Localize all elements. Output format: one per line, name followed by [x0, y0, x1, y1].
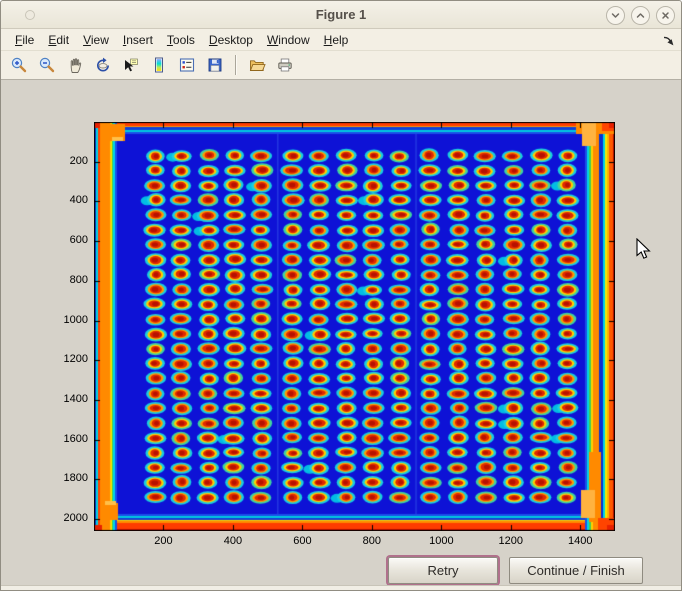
zoom-out-icon	[38, 56, 56, 74]
maximize-icon	[635, 10, 646, 21]
y-tick-label: 600	[50, 234, 88, 246]
minimize-icon	[610, 10, 621, 21]
minimize-button[interactable]	[606, 6, 625, 25]
legend-button[interactable]	[176, 54, 198, 76]
x-tick-label: 200	[154, 535, 172, 547]
colorbar-icon	[150, 56, 168, 74]
x-tick-label: 600	[293, 535, 311, 547]
open-button[interactable]	[246, 54, 268, 76]
menubar: File Edit View Insert Tools Desktop Window Help	[1, 29, 681, 51]
x-tick-label: 400	[224, 535, 242, 547]
retry-button[interactable]: Retry	[388, 557, 498, 584]
legend-icon	[178, 56, 196, 74]
plot-axes	[94, 122, 615, 531]
y-tick-label: 800	[50, 274, 88, 286]
menu-item-file[interactable]: File	[15, 29, 34, 51]
toolbar	[1, 51, 681, 80]
heatmap-image	[94, 122, 615, 531]
menu-item-view[interactable]: View	[83, 29, 109, 51]
titlebar[interactable]: Figure 1	[1, 1, 681, 29]
save-icon	[206, 56, 224, 74]
menu-item-tools[interactable]: Tools	[167, 29, 195, 51]
mouse-cursor	[636, 238, 652, 260]
menu-item-insert[interactable]: Insert	[123, 29, 153, 51]
x-tick-label: 1000	[429, 535, 453, 547]
y-tick-label: 1000	[50, 314, 88, 326]
x-tick-label: 1400	[568, 535, 592, 547]
menu-item-desktop[interactable]: Desktop	[209, 29, 253, 51]
window-bottom-edge	[1, 585, 681, 591]
y-tick-label: 1800	[50, 472, 88, 484]
pan-icon	[66, 56, 84, 74]
data-cursor-icon	[122, 56, 140, 74]
open-icon	[248, 56, 266, 74]
figure-window: Figure 1 File Edit View Insert Tools Desktop W…	[0, 0, 682, 591]
zoom-in-icon	[10, 56, 28, 74]
menu-item-help[interactable]: Help	[324, 29, 349, 51]
toolbar-separator	[235, 55, 237, 75]
zoom-out-button[interactable]	[36, 54, 58, 76]
menubar-items: File Edit View Insert Tools Desktop Window Help	[1, 29, 681, 51]
window-title: Figure 1	[1, 1, 681, 29]
print-button[interactable]	[274, 54, 296, 76]
print-icon	[276, 56, 294, 74]
continue-finish-button[interactable]: Continue / Finish	[509, 557, 643, 584]
rotate-3d-button[interactable]	[92, 54, 114, 76]
window-controls	[606, 6, 675, 25]
data-cursor-button[interactable]	[120, 54, 142, 76]
close-icon	[660, 10, 671, 21]
pan-button[interactable]	[64, 54, 86, 76]
rotate-3d-icon	[94, 56, 112, 74]
y-tick-label: 1400	[50, 393, 88, 405]
dock-figure-arrow-icon[interactable]	[662, 34, 675, 47]
y-tick-label: 1600	[50, 433, 88, 445]
menu-item-edit[interactable]: Edit	[48, 29, 69, 51]
x-tick-label: 800	[363, 535, 381, 547]
y-tick-label: 1200	[50, 353, 88, 365]
colorbar-button[interactable]	[148, 54, 170, 76]
menu-item-window[interactable]: Window	[267, 29, 310, 51]
zoom-in-button[interactable]	[8, 54, 30, 76]
y-tick-label: 200	[50, 155, 88, 167]
close-button[interactable]	[656, 6, 675, 25]
x-tick-label: 1200	[499, 535, 523, 547]
y-tick-label: 2000	[50, 512, 88, 524]
y-tick-label: 400	[50, 194, 88, 206]
save-button[interactable]	[204, 54, 226, 76]
figure-area: Retry Continue / Finish 200 400 600 800 1000…	[1, 81, 682, 585]
maximize-button[interactable]	[631, 6, 650, 25]
